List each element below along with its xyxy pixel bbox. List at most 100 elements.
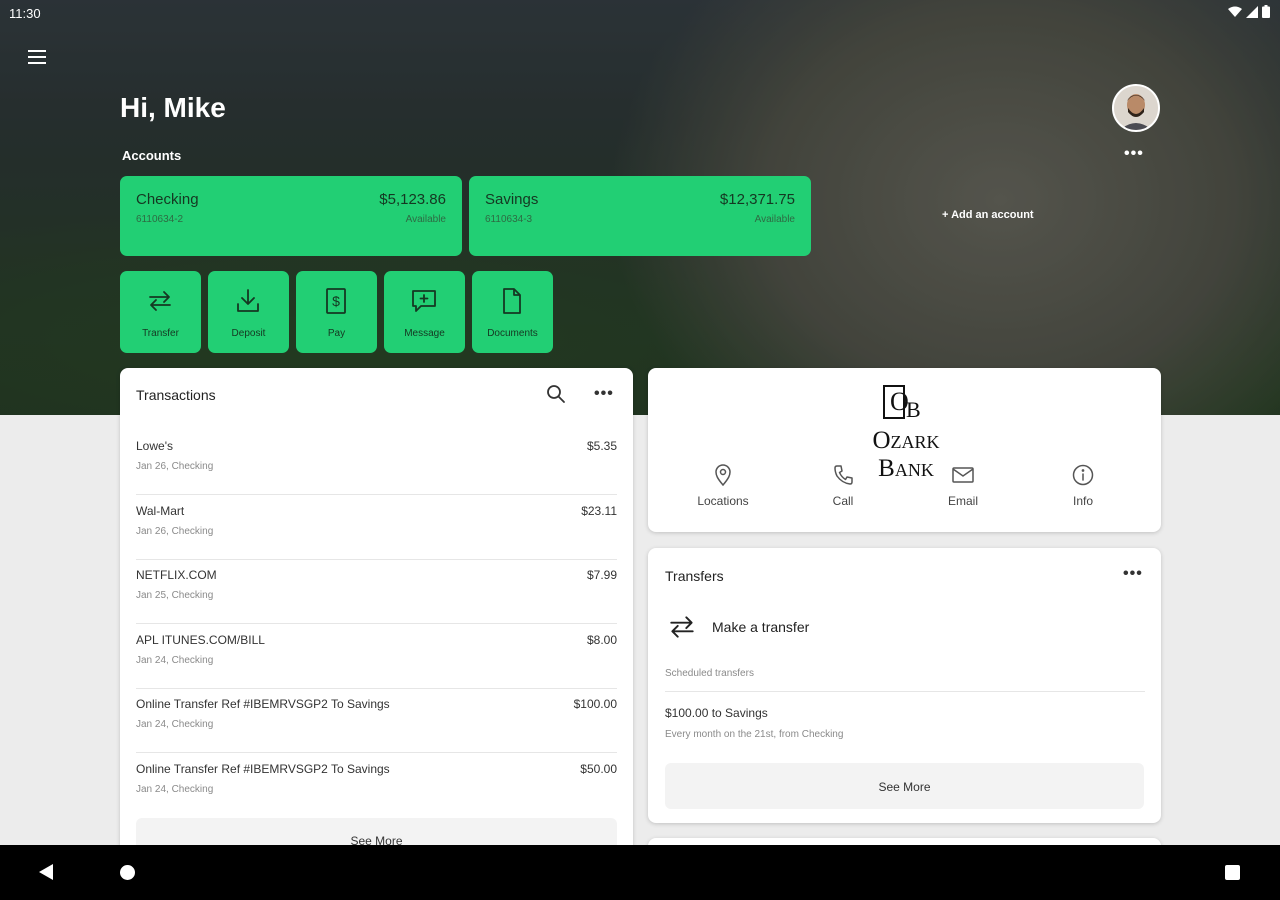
transfers-card: Transfers ••• Make a transfer Scheduled …: [648, 548, 1161, 823]
transactions-search-button[interactable]: [546, 384, 566, 409]
transaction-name: Online Transfer Ref #IBEMRVSGP2 To Savin…: [136, 697, 390, 711]
transfer-icon: [670, 616, 694, 638]
avatar-portrait-icon: [1114, 86, 1158, 130]
quick-action-deposit[interactable]: Deposit: [208, 271, 289, 353]
bank-logo: O B Ozark Bank: [846, 384, 966, 482]
transaction-amount: $8.00: [586, 633, 617, 647]
transaction-amount: $50.00: [580, 762, 617, 776]
quick-action-label: Transfer: [142, 328, 179, 339]
transfer-icon: [149, 291, 171, 311]
svg-text:$: $: [332, 293, 340, 309]
status-bar: 11:30: [0, 0, 1280, 26]
transaction-date-account: Jan 25, Checking: [136, 590, 214, 601]
transaction-row[interactable]: Lowe's $5.35 Jan 26, Checking: [136, 430, 617, 495]
transaction-date-account: Jan 26, Checking: [136, 461, 214, 472]
menu-icon-bar: [28, 50, 46, 52]
status-time: 11:30: [9, 6, 41, 21]
account-name: Savings: [485, 191, 539, 208]
transaction-amount: $100.00: [573, 697, 617, 711]
quick-action-pay[interactable]: $ Pay: [296, 271, 377, 353]
quick-action-transfer[interactable]: Transfer: [120, 271, 201, 353]
menu-icon-bar: [28, 56, 46, 58]
transaction-name: Online Transfer Ref #IBEMRVSGP2 To Savin…: [136, 762, 390, 776]
search-icon: [547, 385, 565, 403]
scheduled-transfer-title[interactable]: $100.00 to Savings: [665, 706, 768, 720]
transaction-amount: $23.11: [581, 504, 617, 518]
account-balance-label: Available: [405, 214, 446, 225]
scheduled-transfers-label: Scheduled transfers: [665, 668, 754, 679]
message-icon: [412, 290, 436, 312]
transaction-date-account: Jan 26, Checking: [136, 526, 214, 537]
wifi-icon: [1228, 6, 1242, 17]
transactions-card: Transactions ••• Lowe's $5.35 Jan 26, Ch…: [120, 368, 633, 868]
navigation-bar: [0, 845, 1280, 900]
transactions-title: Transactions: [136, 387, 216, 403]
quick-action-label: Pay: [327, 328, 346, 339]
transaction-name: NETFLIX.COM: [136, 568, 217, 582]
quick-action-label: Documents: [487, 328, 538, 339]
accounts-label: Accounts: [122, 148, 182, 163]
transaction-row[interactable]: APL ITUNES.COM/BILL $8.00 Jan 24, Checki…: [136, 624, 617, 689]
transfers-title: Transfers: [665, 568, 724, 584]
pay-icon: $: [326, 288, 346, 314]
account-name: Checking: [136, 191, 199, 208]
make-transfer-label: Make a transfer: [712, 619, 810, 635]
bank-action-label: Locations: [697, 494, 749, 508]
back-icon[interactable]: [38, 863, 54, 881]
battery-icon: [1262, 5, 1270, 18]
email-icon: [952, 467, 974, 483]
recents-icon[interactable]: [1225, 865, 1240, 880]
greeting-title: Hi, Mike: [120, 92, 226, 123]
transaction-row[interactable]: NETFLIX.COM $7.99 Jan 25, Checking: [136, 559, 617, 624]
bank-action-locations[interactable]: Locations: [668, 464, 778, 508]
svg-text:B: B: [906, 397, 921, 420]
transaction-row[interactable]: Online Transfer Ref #IBEMRVSGP2 To Savin…: [136, 688, 617, 753]
bank-info-card: O B Ozark Bank Locations Call Email Info: [648, 368, 1161, 532]
make-transfer-button[interactable]: Make a transfer: [665, 610, 1145, 646]
transaction-name: Lowe's: [136, 439, 173, 453]
hamburger-menu-button[interactable]: [22, 44, 52, 70]
account-card-checking[interactable]: Checking $5,123.86 6110634-2 Available: [120, 176, 462, 256]
account-balance-label: Available: [754, 214, 795, 225]
transfers-see-more-button[interactable]: See More: [665, 763, 1144, 809]
account-number: 6110634-2: [136, 214, 184, 225]
signal-icon: [1246, 5, 1258, 18]
quick-action-label: Message: [404, 328, 445, 339]
bank-action-label: Call: [832, 494, 854, 508]
divider: [665, 691, 1145, 692]
transactions-more-button[interactable]: •••: [594, 385, 614, 403]
bank-action-label: Email: [947, 494, 978, 508]
transaction-amount: $7.99: [586, 568, 617, 582]
transaction-name: APL ITUNES.COM/BILL: [136, 633, 265, 647]
account-card-savings[interactable]: Savings $12,371.75 6110634-3 Available: [469, 176, 811, 256]
account-balance: $5,123.86: [379, 191, 446, 208]
transaction-row[interactable]: Online Transfer Ref #IBEMRVSGP2 To Savin…: [136, 753, 617, 817]
profile-more-button[interactable]: •••: [1124, 145, 1144, 163]
transaction-date-account: Jan 24, Checking: [136, 719, 214, 730]
quick-action-message[interactable]: Message: [384, 271, 465, 353]
account-number: 6110634-3: [485, 214, 533, 225]
account-balance: $12,371.75: [719, 191, 795, 208]
location-pin-icon: [715, 464, 731, 486]
transaction-date-account: Jan 24, Checking: [136, 655, 214, 666]
home-icon[interactable]: [120, 865, 135, 880]
scheduled-transfer-detail: Every month on the 21st, from Checking: [665, 729, 844, 740]
deposit-icon: [237, 289, 259, 312]
add-account-link[interactable]: + Add an account: [942, 209, 1034, 221]
menu-icon-bar: [28, 62, 46, 64]
info-icon: [1072, 464, 1094, 486]
documents-icon: [503, 288, 521, 314]
transaction-row[interactable]: Wal-Mart $23.11 Jan 26, Checking: [136, 495, 617, 560]
transaction-amount: $5.35: [586, 439, 617, 453]
quick-action-label: Deposit: [231, 328, 266, 339]
transfers-more-button[interactable]: •••: [1123, 565, 1143, 583]
bank-action-email[interactable]: Email: [908, 464, 1018, 508]
bank-logo-mark-icon: O B: [883, 385, 921, 422]
bank-action-call[interactable]: Call: [788, 464, 898, 508]
phone-icon: [834, 465, 853, 485]
transaction-date-account: Jan 24, Checking: [136, 784, 214, 795]
bank-action-info[interactable]: Info: [1028, 464, 1138, 508]
quick-action-documents[interactable]: Documents: [472, 271, 553, 353]
bank-action-label: Info: [1072, 494, 1093, 508]
avatar[interactable]: [1112, 84, 1160, 132]
